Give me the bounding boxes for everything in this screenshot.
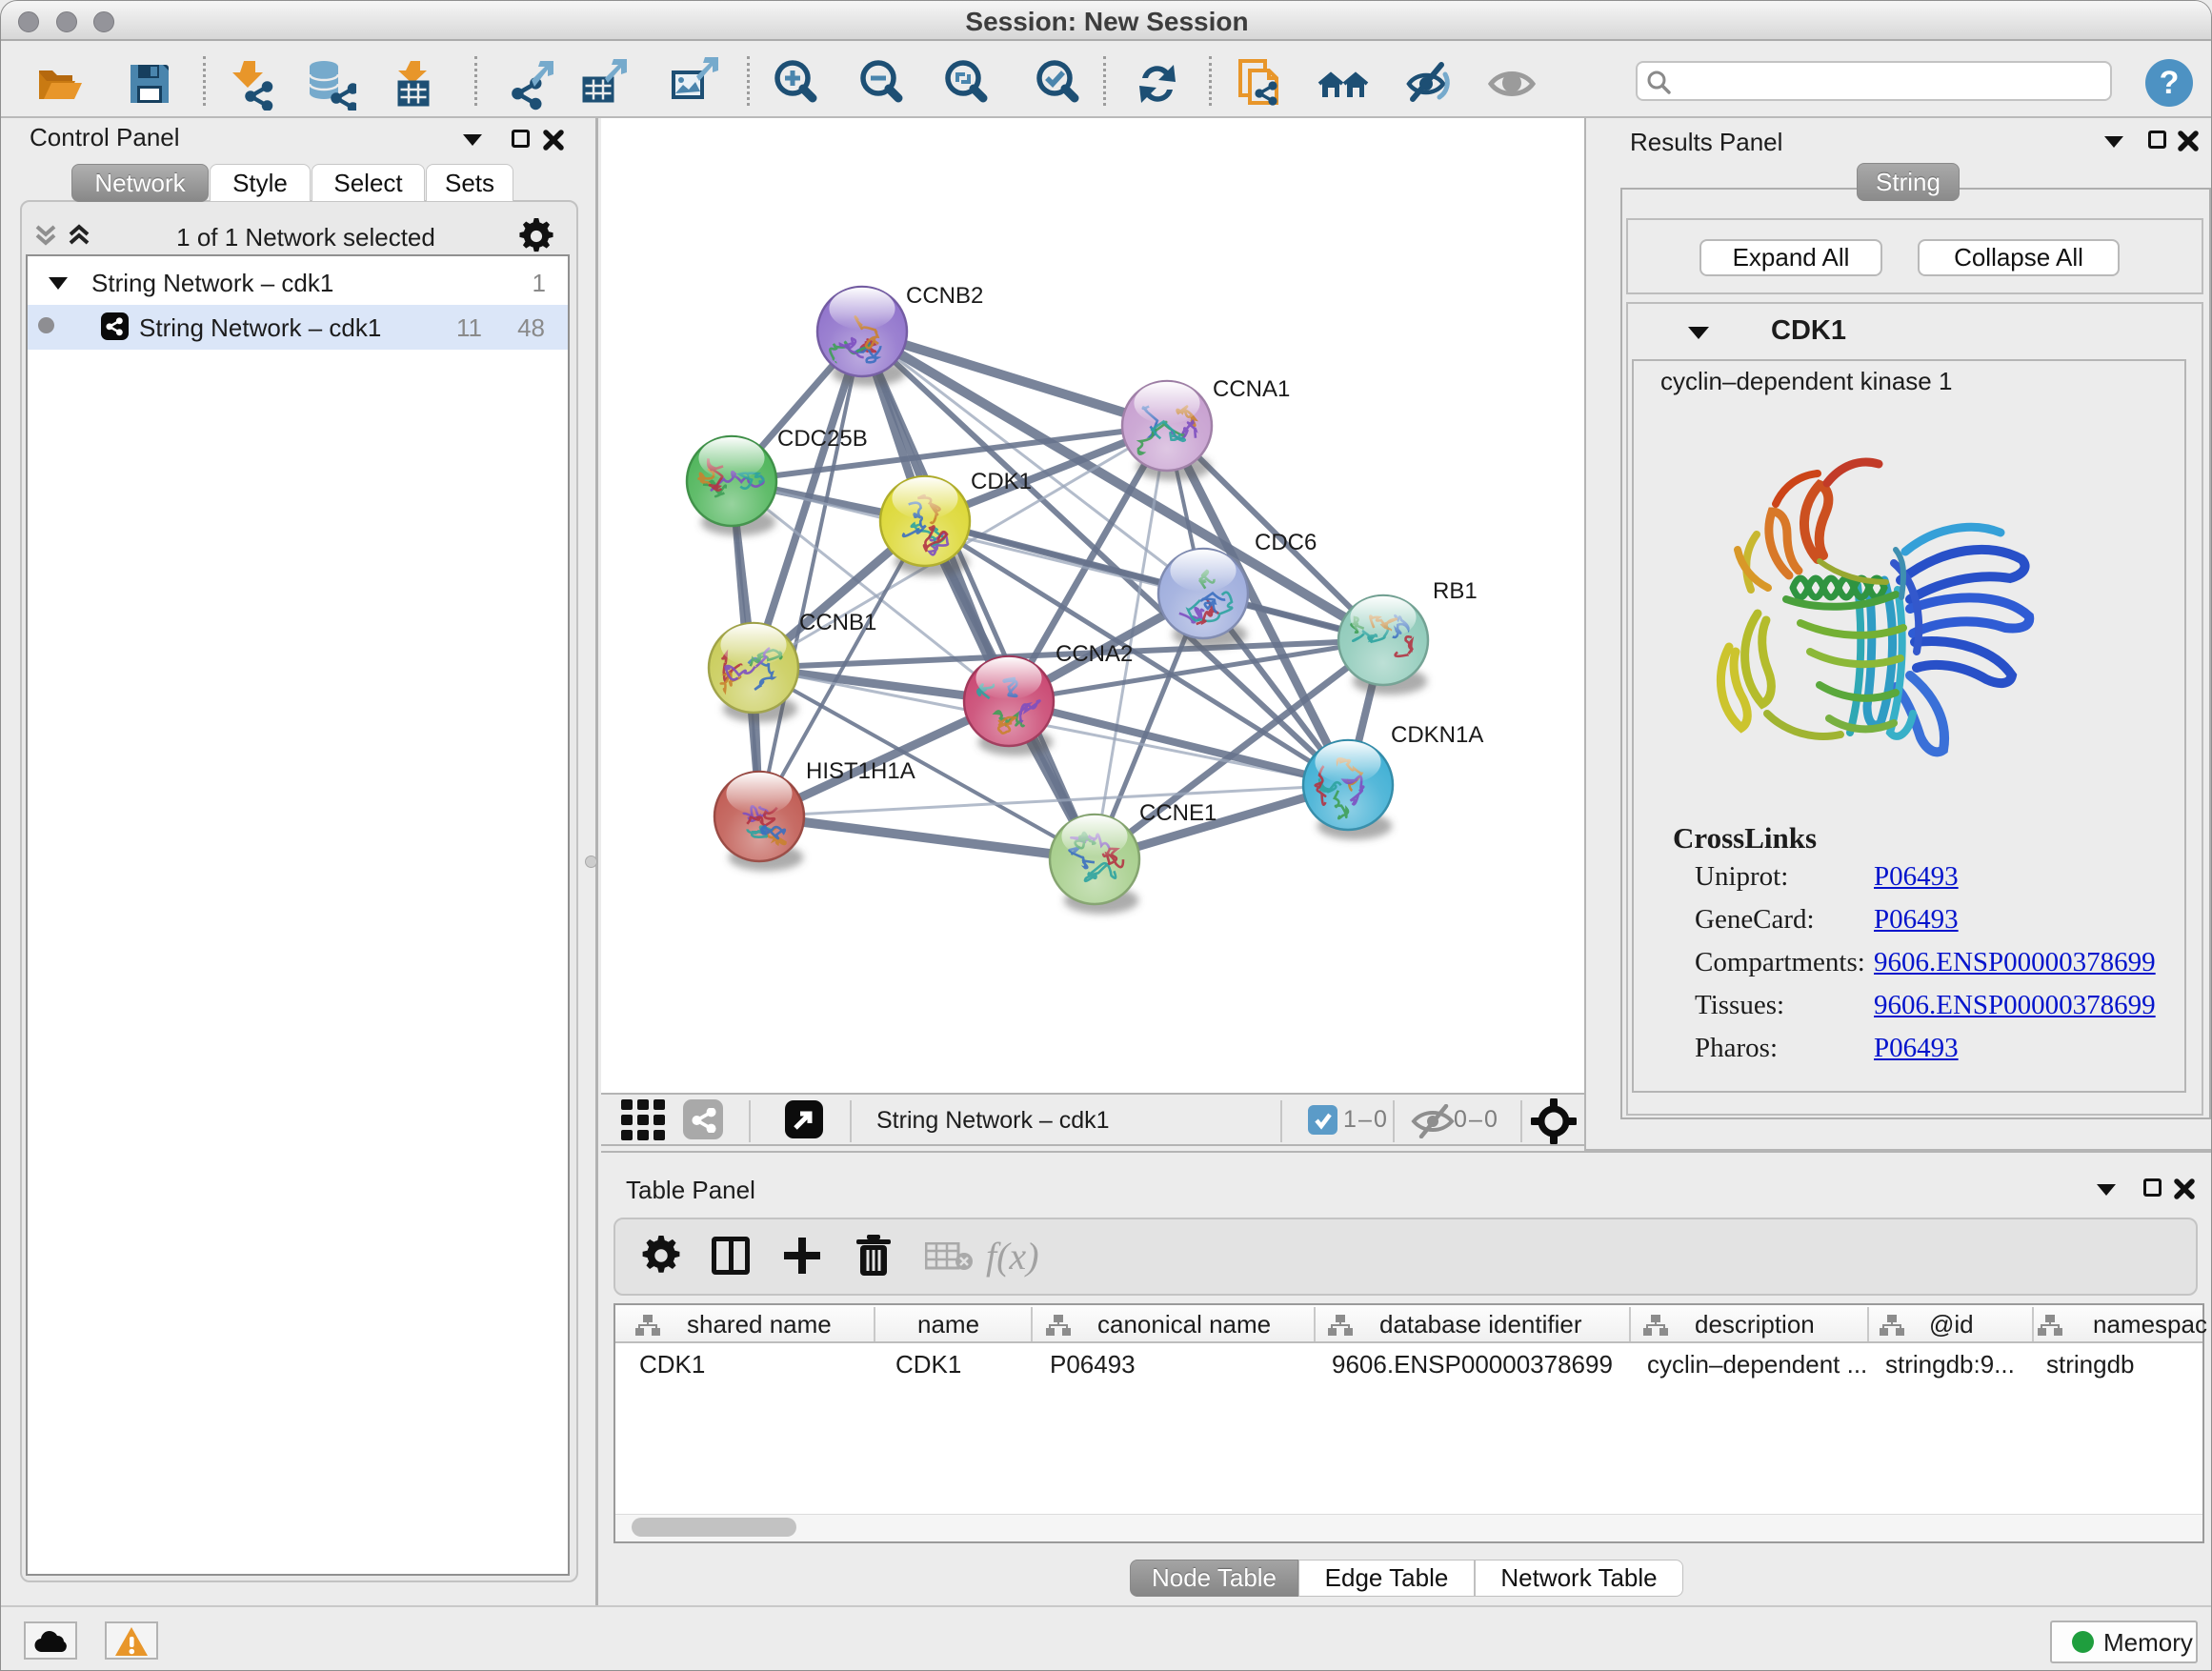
svg-text:CDK1: CDK1: [971, 469, 1032, 494]
svg-text:CCNA1: CCNA1: [1213, 376, 1290, 402]
svg-text:CCNE1: CCNE1: [1139, 800, 1217, 826]
svg-text:CDKN1A: CDKN1A: [1391, 722, 1483, 748]
svg-text:RB1: RB1: [1433, 578, 1478, 604]
svg-text:CDC6: CDC6: [1255, 530, 1317, 555]
svg-text:CCNA2: CCNA2: [1056, 641, 1133, 667]
svg-text:HIST1H1A: HIST1H1A: [806, 758, 915, 784]
svg-text:CCNB2: CCNB2: [906, 283, 983, 309]
svg-text:CCNB1: CCNB1: [799, 610, 876, 635]
svg-text:CDC25B: CDC25B: [777, 426, 868, 452]
